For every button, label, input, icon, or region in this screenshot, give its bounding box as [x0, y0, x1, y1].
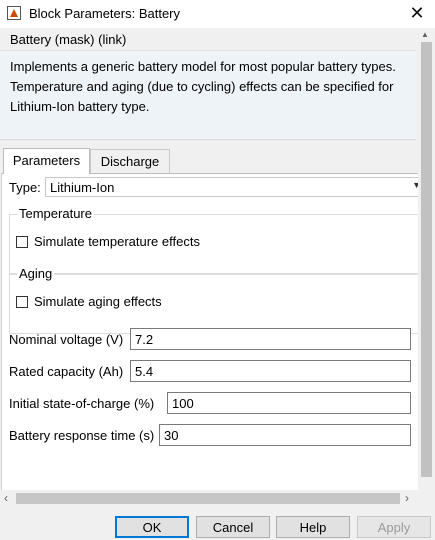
simulate-temperature-label: Simulate temperature effects — [34, 234, 200, 249]
ok-button[interactable]: OK — [115, 516, 189, 538]
title-bar: Block Parameters: Battery ✕ — [0, 0, 435, 28]
simulate-aging-label: Simulate aging effects — [34, 294, 162, 309]
horizontal-scrollbar[interactable]: ‹ › — [0, 490, 418, 507]
description-box: Implements a generic battery model for m… — [0, 50, 416, 140]
scroll-up-icon[interactable]: ▲ — [421, 30, 429, 39]
rated-capacity-input[interactable] — [130, 360, 411, 382]
block-header: Battery (mask) (link) — [10, 32, 127, 47]
nominal-voltage-label: Nominal voltage (V) — [9, 332, 124, 347]
vertical-scrollbar[interactable]: ▲ — [418, 28, 435, 490]
simulink-block-icon — [7, 6, 21, 20]
block-description: Implements a generic battery model for m… — [10, 59, 396, 114]
initial-soc-label: Initial state-of-charge (%) — [9, 396, 155, 411]
tab-parameters[interactable]: Parameters — [3, 148, 90, 174]
type-value: Lithium-Ion — [50, 180, 115, 195]
window-title: Block Parameters: Battery — [29, 6, 180, 21]
apply-button[interactable]: Apply — [357, 516, 431, 538]
close-button[interactable]: ✕ — [399, 0, 435, 28]
rated-capacity-label: Rated capacity (Ah) — [9, 364, 124, 379]
aging-group-label: Aging — [17, 266, 55, 281]
tab-discharge[interactable]: Discharge — [90, 149, 170, 174]
help-button[interactable]: Help — [276, 516, 350, 538]
scroll-left-icon[interactable]: ‹ — [4, 490, 8, 507]
response-time-label: Battery response time (s) — [9, 428, 155, 443]
type-label: Type: — [9, 180, 41, 195]
button-bar: OK Cancel Help Apply — [0, 507, 435, 540]
dialog-content: Battery (mask) (link) Implements a gener… — [0, 28, 418, 490]
scroll-right-icon[interactable]: › — [405, 490, 409, 507]
tab-parameters-label: Parameters — [12, 153, 81, 168]
cancel-button[interactable]: Cancel — [196, 516, 270, 538]
simulate-aging-checkbox[interactable] — [16, 296, 28, 308]
vertical-scroll-thumb[interactable] — [421, 42, 432, 477]
temperature-group-label: Temperature — [17, 206, 94, 221]
tab-discharge-label: Discharge — [100, 154, 160, 169]
close-icon: ✕ — [409, 3, 425, 23]
type-dropdown[interactable]: Lithium-Ion ▼ — [45, 177, 418, 197]
initial-soc-input[interactable] — [167, 392, 411, 414]
response-time-input[interactable] — [159, 424, 411, 446]
simulate-temperature-checkbox[interactable] — [16, 236, 28, 248]
horizontal-scroll-thumb[interactable] — [16, 493, 400, 504]
nominal-voltage-input[interactable] — [130, 328, 411, 350]
parameters-panel: Type: Lithium-Ion ▼ Temperature Simulate… — [1, 173, 418, 490]
